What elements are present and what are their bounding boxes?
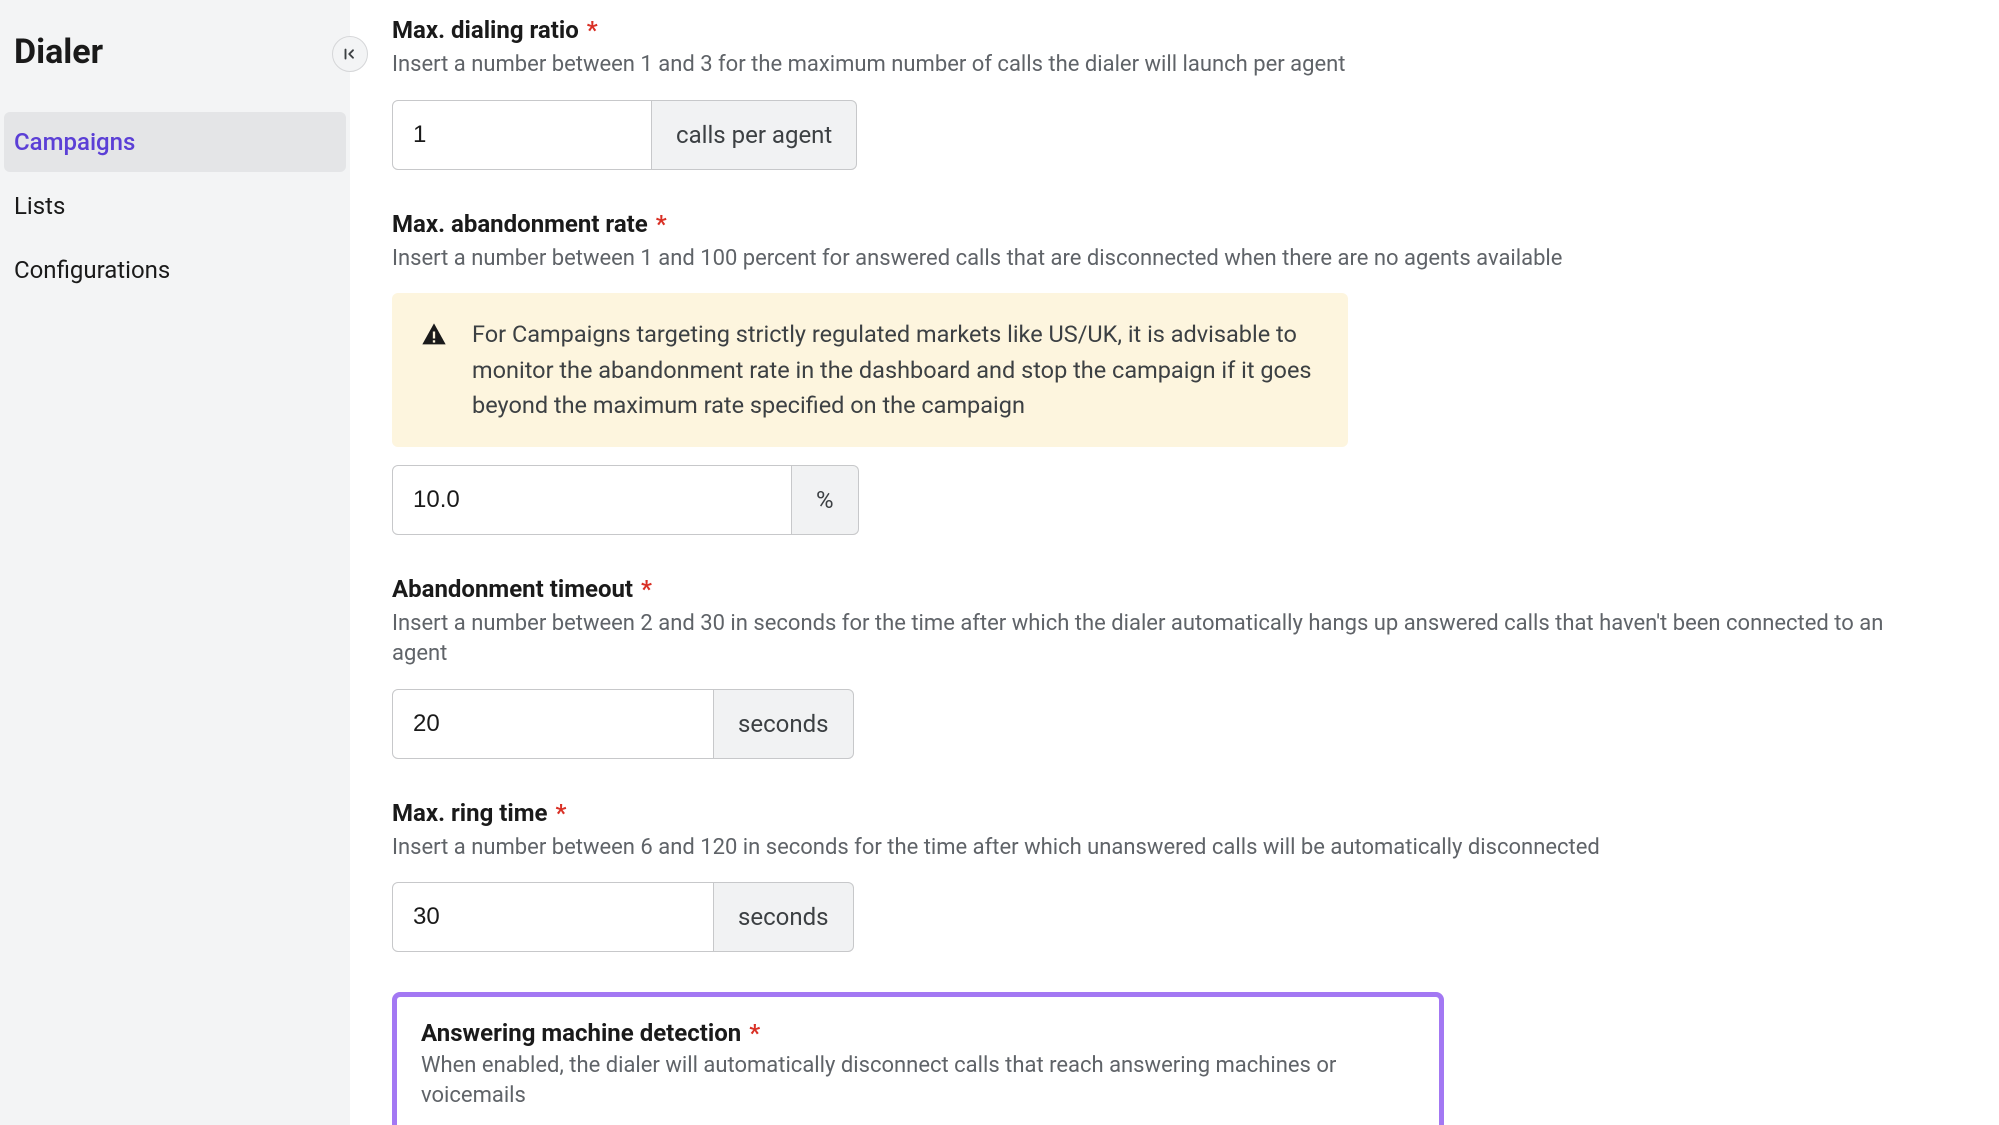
max-ring-time-label-text: Max. ring time — [392, 799, 547, 827]
abandonment-rate-input-group: % — [392, 465, 1939, 535]
sidebar-item-configurations[interactable]: Configurations — [4, 240, 346, 300]
max-ring-time-description: Insert a number between 6 and 120 in sec… — [392, 833, 1939, 863]
dialing-ratio-label-text: Max. dialing ratio — [392, 16, 579, 44]
required-marker: * — [749, 1019, 760, 1047]
abandonment-rate-alert: For Campaigns targeting strictly regulat… — [392, 293, 1348, 447]
field-group-amd-highlighted: Answering machine detection * When enabl… — [392, 992, 1444, 1125]
abandonment-rate-label-text: Max. abandonment rate — [392, 210, 648, 238]
sidebar: Dialer Campaigns Lists Configurations — [0, 0, 350, 1125]
abandonment-rate-alert-text: For Campaigns targeting strictly regulat… — [472, 317, 1320, 423]
field-group-abandonment-timeout: Abandonment timeout * Insert a number be… — [392, 575, 1939, 758]
abandonment-rate-description: Insert a number between 1 and 100 percen… — [392, 244, 1939, 274]
warning-icon — [420, 321, 448, 349]
main-content: Max. dialing ratio * Insert a number bet… — [350, 0, 1999, 1125]
field-group-max-ring-time: Max. ring time * Insert a number between… — [392, 799, 1939, 953]
abandonment-rate-label: Max. abandonment rate * — [392, 210, 1939, 238]
sidebar-nav: Campaigns Lists Configurations — [0, 112, 350, 300]
sidebar-title: Dialer — [0, 0, 350, 112]
dialing-ratio-input[interactable] — [392, 100, 652, 170]
abandonment-timeout-suffix: seconds — [714, 689, 854, 759]
dialing-ratio-input-group: calls per agent — [392, 100, 1939, 170]
sidebar-item-lists[interactable]: Lists — [4, 176, 346, 236]
required-marker: * — [555, 799, 566, 827]
dialing-ratio-description: Insert a number between 1 and 3 for the … — [392, 50, 1939, 80]
dialing-ratio-label: Max. dialing ratio * — [392, 16, 1939, 44]
required-marker: * — [656, 210, 667, 238]
abandonment-timeout-description: Insert a number between 2 and 30 in seco… — [392, 609, 1939, 668]
required-marker: * — [641, 575, 652, 603]
abandonment-rate-suffix: % — [792, 465, 859, 535]
amd-description: When enabled, the dialer will automatica… — [421, 1051, 1415, 1110]
dialing-ratio-suffix: calls per agent — [652, 100, 857, 170]
sidebar-item-campaigns[interactable]: Campaigns — [4, 112, 346, 172]
chevron-left-bar-icon — [341, 45, 359, 63]
amd-label: Answering machine detection * — [421, 1019, 1415, 1047]
required-marker: * — [587, 16, 598, 44]
max-ring-time-input[interactable] — [392, 882, 714, 952]
field-group-abandonment-rate: Max. abandonment rate * Insert a number … — [392, 210, 1939, 535]
max-ring-time-label: Max. ring time * — [392, 799, 1939, 827]
amd-label-text: Answering machine detection — [421, 1019, 741, 1047]
abandonment-timeout-input-group: seconds — [392, 689, 1939, 759]
abandonment-timeout-label: Abandonment timeout * — [392, 575, 1939, 603]
abandonment-rate-input[interactable] — [392, 465, 792, 535]
field-group-dialing-ratio: Max. dialing ratio * Insert a number bet… — [392, 16, 1939, 170]
max-ring-time-input-group: seconds — [392, 882, 1939, 952]
max-ring-time-suffix: seconds — [714, 882, 854, 952]
abandonment-timeout-label-text: Abandonment timeout — [392, 575, 633, 603]
collapse-sidebar-button[interactable] — [332, 36, 368, 72]
abandonment-timeout-input[interactable] — [392, 689, 714, 759]
